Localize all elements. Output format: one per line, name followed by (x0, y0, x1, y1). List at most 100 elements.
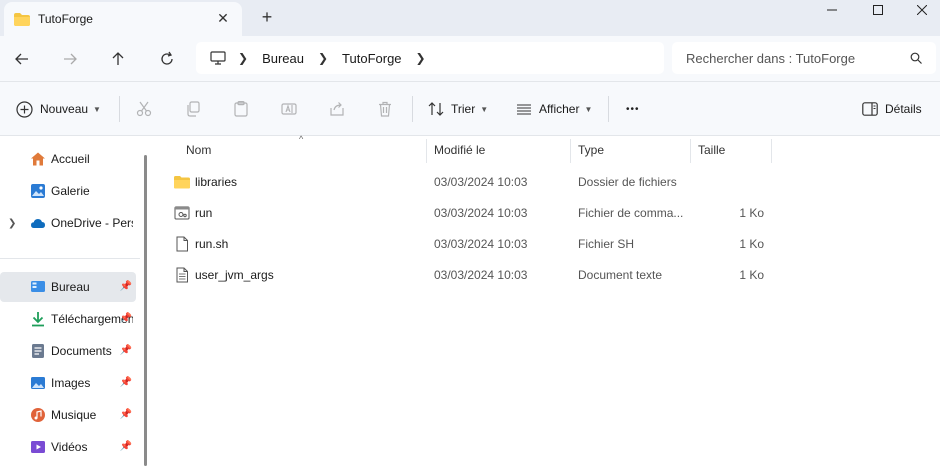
minimize-icon (827, 9, 837, 11)
view-label: Afficher (539, 102, 580, 116)
command-bar: Nouveau ▼ Trier ▼ Afficher ▼ ••• Détails (0, 82, 940, 136)
breadcrumb-tutoforge[interactable]: TutoForge (342, 51, 402, 66)
address-bar[interactable]: ❯ Bureau ❯ TutoForge ❯ (196, 42, 664, 74)
file-name-cell: run.sh (174, 229, 424, 259)
minimize-button[interactable] (810, 0, 854, 20)
sidebar-scrollbar[interactable] (144, 155, 147, 466)
breadcrumb-separator-icon[interactable]: ❯ (416, 51, 426, 65)
details-pane-button[interactable]: Détails (862, 99, 922, 119)
pin-icon[interactable]: 📌 (120, 409, 132, 420)
close-tab-icon[interactable]: ✕ (216, 11, 230, 25)
sidebar-item-images[interactable]: Images 📌 (0, 368, 136, 398)
column-resize-handle[interactable] (771, 139, 772, 163)
file-row-run[interactable]: run 03/03/2024 10:03 Fichier de comma...… (168, 198, 778, 228)
more-options-icon: ••• (626, 103, 640, 115)
sidebar-item-bureau[interactable]: Bureau 📌 (0, 272, 136, 302)
file-list: ^ Nom Modifié le Type Taille libraries 0… (160, 134, 940, 466)
details-pane-icon (862, 102, 878, 116)
tab-tutoforge[interactable]: TutoForge ✕ (4, 2, 242, 36)
file-name: libraries (195, 175, 238, 189)
cloud-icon (31, 219, 45, 228)
pin-icon[interactable]: 📌 (120, 441, 132, 452)
file-modified-cell: 03/03/2024 10:03 (434, 268, 528, 282)
divider (608, 96, 609, 122)
maximize-button[interactable] (856, 0, 900, 20)
new-tab-button[interactable]: + (258, 8, 276, 26)
close-icon (917, 5, 927, 15)
sort-button[interactable]: Trier ▼ (428, 99, 488, 119)
file-row-user-jvm-args[interactable]: user_jvm_args 03/03/2024 10:03 Document … (168, 260, 778, 290)
scissors-icon (136, 101, 152, 117)
file-name-cell: user_jvm_args (174, 260, 424, 290)
tab-title: TutoForge (38, 12, 93, 26)
sort-icon (428, 102, 444, 116)
pin-icon[interactable]: 📌 (120, 345, 132, 356)
file-type-cell: Fichier de comma... (578, 206, 684, 220)
paste-button[interactable] (233, 99, 249, 119)
column-header-modified[interactable]: Modifié le (426, 137, 570, 163)
chevron-down-icon: ▼ (584, 104, 593, 114)
delete-button[interactable] (377, 99, 393, 119)
download-icon (32, 312, 44, 327)
forward-button[interactable] (58, 47, 82, 71)
file-name-cell: libraries (174, 167, 424, 197)
pin-icon[interactable]: 📌 (120, 313, 132, 324)
navigation-pane: Accueil Galerie ❯ OneDrive - Personal Bu… (0, 137, 148, 466)
sidebar-item-documents[interactable]: Documents 📌 (0, 336, 136, 366)
file-row-libraries[interactable]: libraries 03/03/2024 10:03 Dossier de fi… (168, 167, 778, 197)
title-bar: TutoForge ✕ + (0, 0, 940, 36)
navigation-bar: ❯ Bureau ❯ TutoForge ❯ Rechercher dans :… (0, 36, 940, 82)
up-button[interactable] (106, 47, 130, 71)
new-button[interactable]: Nouveau ▼ (16, 99, 101, 119)
more-options-button[interactable]: ••• (626, 99, 640, 119)
breadcrumb-separator-icon: ❯ (317, 51, 329, 65)
file-name: run.sh (195, 237, 229, 251)
copy-button[interactable] (185, 99, 201, 119)
search-icon (910, 52, 922, 64)
text-file-icon (176, 267, 188, 283)
file-name: user_jvm_args (195, 268, 274, 282)
search-placeholder: Rechercher dans : TutoForge (686, 50, 856, 66)
sidebar-item-musique[interactable]: Musique 📌 (0, 400, 136, 430)
column-header-label: Nom (186, 143, 212, 157)
sidebar-item-onedrive[interactable]: OneDrive - Personal (0, 208, 136, 238)
file-row-run-sh[interactable]: run.sh 03/03/2024 10:03 Fichier SH 1 Ko (168, 229, 778, 259)
pin-icon[interactable]: 📌 (120, 377, 132, 388)
breadcrumb-separator-icon: ❯ (238, 51, 249, 65)
back-button[interactable] (10, 47, 34, 71)
desktop-icon (31, 281, 45, 292)
share-icon (330, 102, 344, 116)
sidebar-item-galerie[interactable]: Galerie (0, 176, 136, 206)
sidebar-item-accueil[interactable]: Accueil (0, 144, 136, 174)
file-modified-cell: 03/03/2024 10:03 (434, 206, 528, 220)
column-header-type[interactable]: Type (570, 137, 690, 163)
column-header-label: Type (578, 143, 605, 157)
rename-button[interactable] (281, 99, 297, 119)
share-button[interactable] (329, 99, 345, 119)
folder-icon (174, 176, 190, 189)
close-window-button[interactable] (900, 0, 940, 20)
search-input[interactable]: Rechercher dans : TutoForge (672, 42, 936, 74)
file-name: run (195, 206, 213, 220)
column-header-size[interactable]: Taille (690, 137, 770, 163)
sidebar-item-label: Accueil (51, 152, 90, 166)
arrow-up-icon (112, 52, 124, 65)
file-type-cell: Dossier de fichiers (578, 175, 677, 189)
home-icon (31, 152, 45, 166)
column-header-name[interactable]: Nom (178, 137, 426, 163)
file-modified-cell: 03/03/2024 10:03 (434, 237, 528, 251)
batch-file-icon (174, 206, 190, 220)
refresh-button[interactable] (155, 47, 179, 71)
cut-button[interactable] (136, 99, 152, 119)
breadcrumb-bureau[interactable]: Bureau (262, 51, 304, 66)
sidebar-item-telechargements[interactable]: Téléchargements 📌 (0, 304, 136, 334)
plus-circle-icon (16, 100, 33, 118)
new-label: Nouveau (40, 102, 89, 116)
trash-icon (379, 101, 391, 117)
pin-icon[interactable]: 📌 (120, 281, 132, 292)
file-size-cell: 1 Ko (739, 237, 764, 251)
view-button[interactable]: Afficher ▼ (516, 99, 592, 119)
details-label: Détails (885, 102, 922, 116)
clipboard-icon (234, 101, 248, 117)
sidebar-item-videos[interactable]: Vidéos 📌 (0, 432, 136, 462)
